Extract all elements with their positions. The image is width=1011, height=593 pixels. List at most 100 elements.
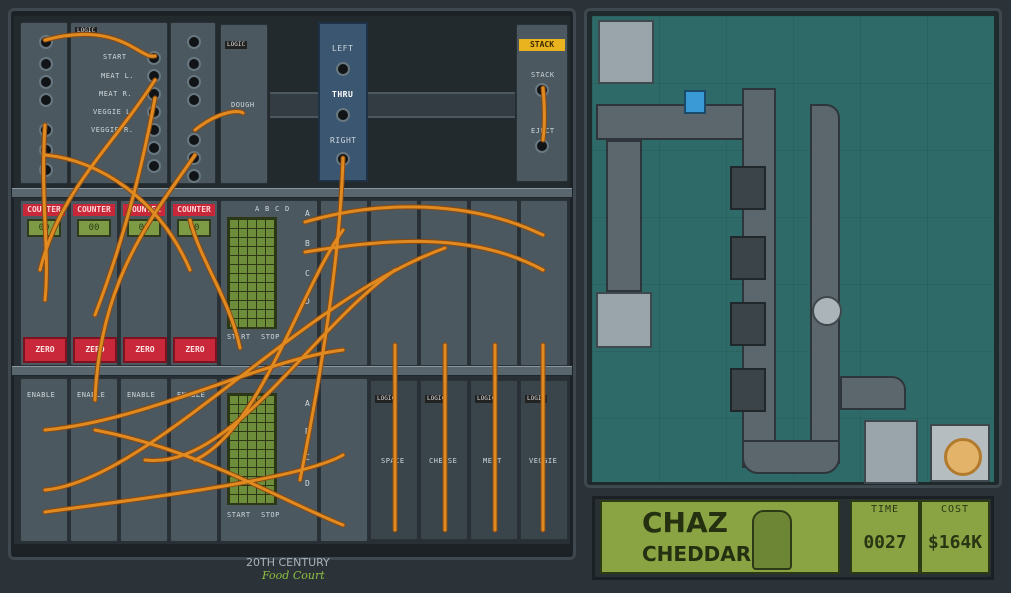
counter-module-4[interactable]: COUNTER 00 ZERO <box>170 200 218 366</box>
conveyor-right <box>810 104 840 464</box>
jack[interactable] <box>187 133 201 147</box>
logic-tag: LOGIC <box>225 41 248 49</box>
channel-module[interactable]: A B C D <box>305 200 368 366</box>
jack[interactable] <box>39 75 53 89</box>
space-label: SPACE <box>381 457 405 465</box>
channel-module[interactable] <box>470 200 518 366</box>
channel-module-bottom[interactable]: A B C D <box>305 378 368 542</box>
jack[interactable] <box>39 123 53 137</box>
station-panel <box>730 368 766 412</box>
channel-a-label: A <box>305 399 311 408</box>
jack[interactable] <box>187 57 201 71</box>
space-module[interactable]: LOGIC SPACE <box>370 380 418 540</box>
jack[interactable] <box>187 75 201 89</box>
enable-module-3[interactable]: ENABLE <box>120 378 168 542</box>
dough-label: DOUGH <box>231 101 255 109</box>
pizza-output <box>930 424 990 482</box>
jack[interactable] <box>39 143 53 157</box>
enable-label: ENABLE <box>27 391 56 399</box>
logic-module-right[interactable] <box>170 22 216 184</box>
router-module[interactable]: LEFT THRU RIGHT <box>318 22 368 182</box>
counter-label: COUNTER <box>123 204 165 216</box>
enable-module-4[interactable]: ENABLE <box>170 378 218 542</box>
counter-module-2[interactable]: COUNTER 00 ZERO <box>70 200 118 366</box>
logic-tag: LOGIC <box>525 395 548 403</box>
jack[interactable] <box>336 62 350 76</box>
channel-b-label: B <box>305 427 311 436</box>
grid-col-c: C <box>275 205 280 213</box>
channel-module[interactable] <box>370 200 418 366</box>
stack-header: STACK <box>519 39 565 51</box>
grid-col-a: A <box>255 205 260 213</box>
oven-machine <box>596 292 652 348</box>
grid-stop-label: STOP <box>261 333 280 341</box>
conveyor-left <box>606 140 642 292</box>
channel-c-label: C <box>305 269 311 278</box>
counter-module-1[interactable]: COUNTER 00 ZERO <box>20 200 68 366</box>
cost-value: $164K <box>927 532 983 553</box>
jack[interactable] <box>187 93 201 107</box>
logic-tag: LOGIC <box>425 395 448 403</box>
jack[interactable] <box>336 108 350 122</box>
time-value: 0027 <box>863 532 907 553</box>
jack[interactable] <box>39 93 53 107</box>
conveyor-u-turn <box>742 440 840 474</box>
counter-display: 00 <box>177 219 211 237</box>
sequencer-module[interactable]: LOGIC START MEAT L. MEAT R. VEGGIE L. VE… <box>70 22 168 184</box>
jack[interactable] <box>147 87 161 101</box>
counter-label: COUNTER <box>173 204 215 216</box>
logic-tag: LOGIC <box>75 27 98 35</box>
channel-d-label: D <box>305 297 311 306</box>
counter-display: 00 <box>77 219 111 237</box>
jack[interactable] <box>39 57 53 71</box>
zero-button[interactable]: ZERO <box>23 337 67 363</box>
stack-module[interactable]: STACK STACK EJECT <box>516 24 568 182</box>
step-grid[interactable] <box>227 393 277 505</box>
counter-label: COUNTER <box>73 204 115 216</box>
channel-module[interactable] <box>420 200 468 366</box>
jack[interactable] <box>39 163 53 177</box>
scanner-disc <box>812 296 842 326</box>
jack[interactable] <box>187 35 201 49</box>
channel-a-label: A <box>305 209 311 218</box>
enable-module-2[interactable]: ENABLE <box>70 378 118 542</box>
meat-module[interactable]: LOGIC MEAT <box>470 380 518 540</box>
jack[interactable] <box>147 105 161 119</box>
jack[interactable] <box>336 152 350 166</box>
channel-module[interactable] <box>520 200 568 366</box>
time-panel: TIME 0027 <box>850 500 920 574</box>
dough-dispenser <box>598 20 654 84</box>
enable-module-1[interactable]: ENABLE <box>20 378 68 542</box>
factory-floor <box>592 16 994 482</box>
jack[interactable] <box>535 83 549 97</box>
jack[interactable] <box>39 35 53 49</box>
jack[interactable] <box>147 159 161 173</box>
jack[interactable] <box>147 123 161 137</box>
channel-d-label: D <box>305 479 311 488</box>
rack-rail-1 <box>12 188 572 198</box>
jack[interactable] <box>147 51 161 65</box>
step-grid[interactable] <box>227 217 277 329</box>
character-card: CHAZ CHEDDAR <box>600 500 840 574</box>
zero-button[interactable]: ZERO <box>173 337 217 363</box>
jack[interactable] <box>147 69 161 83</box>
enable-label: ENABLE <box>177 391 206 399</box>
counter-module-3[interactable]: COUNTER 00 ZERO <box>120 200 168 366</box>
seq-label-start: START <box>103 53 127 61</box>
veggie-module[interactable]: LOGIC VEGGIE <box>520 380 568 540</box>
jack[interactable] <box>187 151 201 165</box>
cheese-module[interactable]: LOGIC CHEESE <box>420 380 468 540</box>
grid-sequencer-top[interactable]: A B C D START STOP <box>220 200 318 366</box>
jack[interactable] <box>147 141 161 155</box>
dough-module[interactable]: LOGIC DOUGH <box>220 24 268 184</box>
zero-button[interactable]: ZERO <box>123 337 167 363</box>
grid-col-d: D <box>285 205 290 213</box>
jack[interactable] <box>535 139 549 153</box>
grid-sequencer-bottom[interactable]: START STOP <box>220 378 318 542</box>
packing-machine <box>864 420 918 484</box>
jack[interactable] <box>187 169 201 183</box>
cost-panel: COST $164K <box>920 500 990 574</box>
logic-module-left[interactable] <box>20 22 68 184</box>
enable-label: ENABLE <box>77 391 106 399</box>
zero-button[interactable]: ZERO <box>73 337 117 363</box>
